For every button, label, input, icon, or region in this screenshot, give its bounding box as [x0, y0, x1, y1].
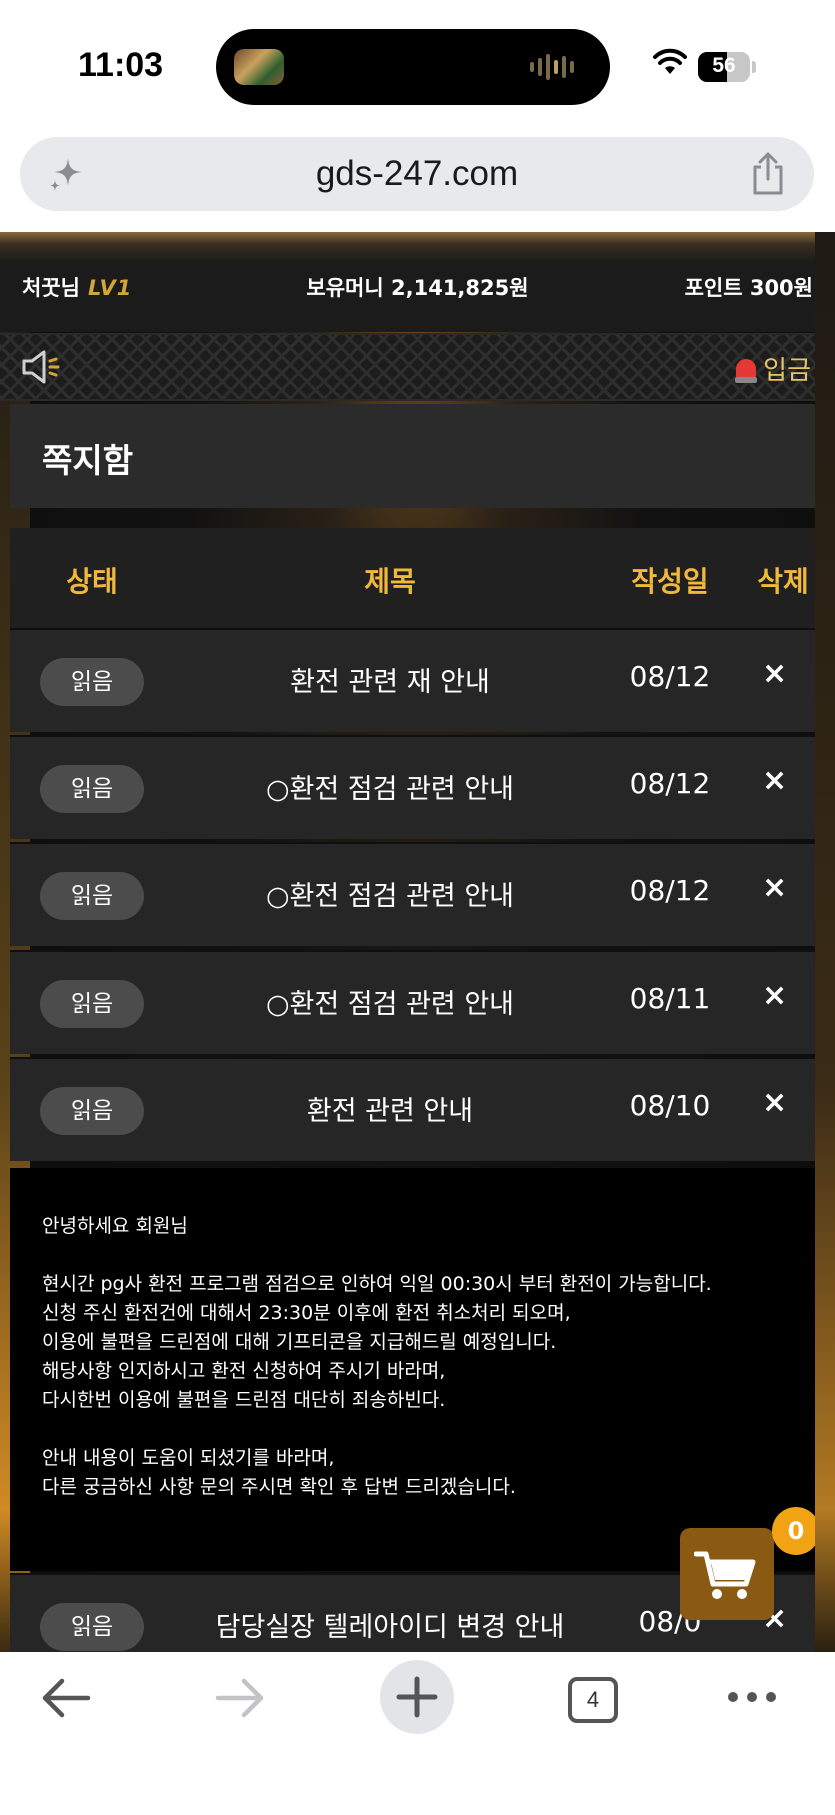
speaker-icon[interactable] [20, 349, 64, 385]
notice-bar: 입금 [0, 333, 835, 401]
message-content: 안녕하세요 회원님 현시간 pg사 환전 프로그램 점검으로 인하여 익일 00… [10, 1168, 825, 1571]
delete-button[interactable]: × [762, 1085, 787, 1120]
new-tab-button[interactable] [380, 1660, 454, 1734]
message-date: 08/12 [629, 660, 711, 693]
delete-button[interactable]: × [762, 870, 787, 905]
siren-icon [735, 355, 758, 383]
wifi-icon [653, 48, 687, 74]
message-subject[interactable]: ○환전 점검 관련 안내 [170, 874, 610, 913]
message-subject[interactable]: 환전 관련 재 안내 [170, 660, 610, 699]
message-date: 08/11 [629, 982, 711, 1015]
page-title: 쪽지함 [42, 441, 134, 480]
share-icon[interactable] [748, 151, 788, 197]
status-badge: 읽음 [40, 1087, 144, 1135]
cart-button[interactable] [680, 1528, 774, 1620]
message-subject[interactable]: 담당실장 텔레아이디 변경 안내 [170, 1605, 610, 1644]
message-subject[interactable]: 환전 관련 안내 [170, 1089, 610, 1128]
delete-button[interactable]: × [762, 978, 787, 1013]
delete-button[interactable]: × [762, 656, 787, 691]
table-row[interactable]: 읽음 환전 관련 안내 08/10 × [10, 1057, 825, 1161]
user-info-bar: 처꿋님 LV1 보유머니 2,141,825원 포인트 300원 [0, 232, 835, 332]
dynamic-island[interactable] [216, 29, 610, 105]
status-badge: 읽음 [40, 658, 144, 706]
message-date: 08/12 [629, 874, 711, 907]
back-arrow-icon[interactable] [40, 1676, 92, 1720]
app-root: 11:03 56 gds-247.com 처꿋님 LV1 보유머니 2,141,… [0, 0, 835, 1815]
table-row[interactable]: 읽음 ○환전 점검 관련 안내 08/11 × [10, 950, 825, 1054]
message-date: 08/10 [629, 1089, 711, 1122]
address-bar[interactable]: gds-247.com [20, 137, 814, 211]
status-time: 11:03 [78, 46, 164, 84]
status-badge: 읽음 [40, 872, 144, 920]
status-bar: 11:03 56 [0, 0, 835, 130]
url-text[interactable]: gds-247.com [20, 154, 814, 194]
status-badge: 읽음 [40, 1603, 144, 1651]
status-badge: 읽음 [40, 765, 144, 813]
more-icon[interactable] [728, 1692, 776, 1702]
points: 포인트 300원 [684, 276, 813, 300]
browser-toolbar: 4 [0, 1652, 835, 1815]
status-badge: 읽음 [40, 980, 144, 1028]
forward-arrow-icon[interactable] [214, 1676, 266, 1720]
table-row[interactable]: 읽음 환전 관련 재 안내 08/12 × [10, 628, 825, 732]
now-playing-artwork [234, 49, 284, 85]
deposit-label: 입금 [763, 356, 811, 386]
plus-icon [396, 1676, 438, 1718]
page-header: 쪽지함 [10, 404, 825, 508]
column-subject: 제목 [364, 565, 416, 598]
audio-waveform-icon [530, 53, 574, 81]
column-status: 상태 [66, 565, 118, 598]
message-date: 08/12 [629, 767, 711, 800]
battery-percent: 56 [712, 54, 736, 77]
battery-tip [752, 61, 756, 73]
cart-icon [694, 1551, 756, 1599]
delete-button[interactable]: × [762, 763, 787, 798]
table-row[interactable]: 읽음 ○환전 점검 관련 안내 08/12 × [10, 735, 825, 839]
battery-icon: 56 [698, 52, 750, 82]
column-date: 작성일 [631, 565, 709, 598]
table-header: 상태 제목 작성일 삭제 [10, 528, 825, 628]
message-subject[interactable]: ○환전 점검 관련 안내 [170, 767, 610, 806]
table-row[interactable]: 읽음 ○환전 점검 관련 안내 08/12 × [10, 842, 825, 946]
message-subject[interactable]: ○환전 점검 관련 안내 [170, 982, 610, 1021]
deposit-button[interactable]: 입금 [735, 350, 811, 387]
column-delete: 삭제 [757, 565, 809, 598]
cart-count-badge: 0 [772, 1507, 820, 1555]
web-content: 처꿋님 LV1 보유머니 2,141,825원 포인트 300원 입금 쪽지함 상… [0, 232, 835, 1652]
message-body: 안녕하세요 회원님 현시간 pg사 환전 프로그램 점검으로 인하여 익일 00… [42, 1215, 712, 1498]
tabs-button[interactable]: 4 [568, 1677, 618, 1723]
